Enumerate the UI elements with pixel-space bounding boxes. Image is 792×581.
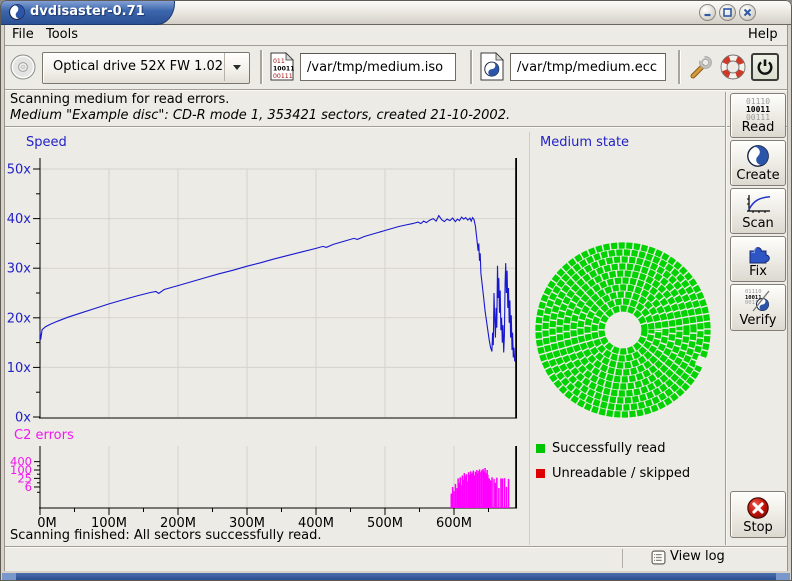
medium-state-disc xyxy=(530,237,716,423)
minimize-button[interactable] xyxy=(699,4,716,21)
menu-file[interactable]: File xyxy=(6,26,40,44)
maximize-button[interactable] xyxy=(719,4,736,21)
stop-button[interactable]: Stop xyxy=(730,491,786,538)
power-icon xyxy=(755,57,775,77)
iso-file-input[interactable] xyxy=(300,53,456,81)
scan-button[interactable]: Scan xyxy=(730,188,786,234)
read-button-label: Read xyxy=(731,120,785,135)
help-lifebuoy-icon[interactable] xyxy=(720,54,746,80)
window-bottom-border xyxy=(2,573,790,580)
read-button[interactable]: 011101001100111 Read xyxy=(730,93,786,138)
view-log-label: View log xyxy=(670,549,725,564)
resize-corner-left[interactable] xyxy=(2,573,16,580)
svg-text:0x: 0x xyxy=(15,411,31,426)
fix-button-label: Fix xyxy=(731,264,785,279)
app-yinyang-icon xyxy=(9,4,25,20)
close-icon xyxy=(742,7,753,18)
window-title: dvdisaster-0.71 xyxy=(30,0,145,24)
view-log-button[interactable]: View log xyxy=(645,548,781,568)
toolbar-separator xyxy=(678,50,681,84)
chevron-down-icon xyxy=(233,65,241,70)
verify-button-label: Verify xyxy=(731,313,785,328)
svg-text:50x: 50x xyxy=(7,163,32,178)
status-line-medium-info: Medium "Example disc": CD-R mode 1, 3534… xyxy=(10,108,510,123)
fix-puzzle-icon xyxy=(731,241,785,265)
svg-text:20x: 20x xyxy=(7,311,32,326)
svg-text:10x: 10x xyxy=(7,361,32,376)
close-button[interactable] xyxy=(739,4,756,21)
log-icon xyxy=(651,550,666,565)
ecc-file-icon xyxy=(480,52,504,81)
menu-help[interactable]: Help xyxy=(742,26,784,44)
speed-chart-title: Speed xyxy=(26,135,67,150)
legend-label-unreadable: Unreadable / skipped xyxy=(552,466,690,481)
dropdown-arrow-box[interactable] xyxy=(224,53,249,81)
red-square-icon xyxy=(536,469,545,478)
optical-drive-icon xyxy=(10,54,36,80)
quit-button[interactable] xyxy=(751,53,779,81)
menu-tools[interactable]: Tools xyxy=(40,26,84,44)
toolbar-separator xyxy=(260,50,263,84)
finished-status-text: Scanning finished: All sectors successfu… xyxy=(10,528,322,543)
scan-button-label: Scan xyxy=(731,216,785,231)
application-window: dvdisaster-0.71 File Tools Help Optical … xyxy=(0,0,792,581)
svg-text:600M: 600M xyxy=(436,516,472,530)
svg-text:10011: 10011 xyxy=(273,66,294,73)
read-binary-icon: 011101001100111 xyxy=(731,98,785,122)
create-button-label: Create xyxy=(731,168,785,183)
create-yinyang-icon xyxy=(731,145,785,167)
ecc-file-input[interactable] xyxy=(510,53,666,81)
fix-button[interactable]: Fix xyxy=(730,236,786,282)
drive-select-dropdown[interactable]: Optical drive 52X FW 1.02 xyxy=(42,52,250,84)
c2-errors-title: C2 errors xyxy=(14,428,74,443)
svg-text:011: 011 xyxy=(273,58,285,65)
verify-button[interactable]: 011101001100111 Verify xyxy=(730,284,786,331)
speed-and-c2-chart: 0x10x20x30x40x50x6251004000M100M200M300M… xyxy=(0,128,530,530)
svg-text:40x: 40x xyxy=(7,212,32,227)
svg-text:500M: 500M xyxy=(367,516,403,530)
medium-state-title: Medium state xyxy=(540,135,629,150)
legend-label-read: Successfully read xyxy=(552,441,665,456)
status-line-action: Scanning medium for read errors. xyxy=(10,92,229,107)
drive-select-value: Optical drive 52X FW 1.02 xyxy=(53,53,223,81)
svg-text:400: 400 xyxy=(10,455,32,469)
maximize-icon xyxy=(722,7,733,18)
svg-text:00111: 00111 xyxy=(273,73,293,80)
toolbar-separator xyxy=(470,50,473,84)
stop-icon xyxy=(731,496,785,520)
minimize-icon xyxy=(702,7,713,18)
svg-text:30x: 30x xyxy=(7,262,32,277)
scan-chart-icon xyxy=(731,193,785,215)
iso-file-icon: 011 10011 00111 xyxy=(270,52,294,81)
create-button[interactable]: Create xyxy=(730,140,786,186)
resize-corner-right[interactable] xyxy=(776,573,790,580)
green-square-icon xyxy=(536,444,545,453)
stop-button-label: Stop xyxy=(731,520,785,535)
preferences-wrench-icon[interactable] xyxy=(688,53,714,81)
